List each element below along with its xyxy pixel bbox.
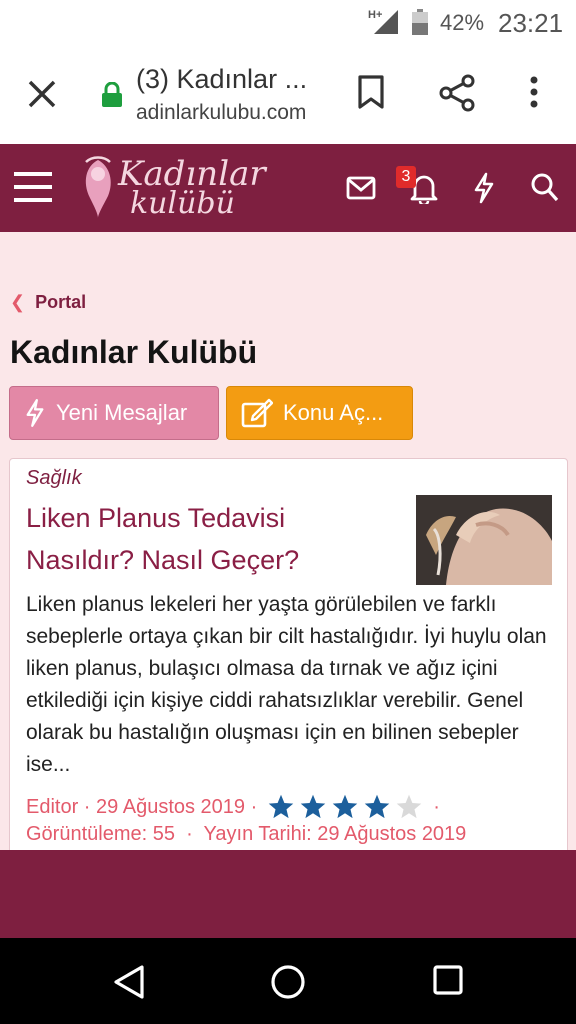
battery-percent: 42%	[440, 10, 485, 35]
breadcrumb[interactable]: ❮ Portal	[10, 292, 86, 313]
browser-toolbar: (3) Kadınlar ... adinlarkulubu.com	[0, 44, 576, 144]
footer-bar	[0, 850, 576, 938]
lock-icon	[102, 82, 122, 107]
star-filled-icon	[301, 794, 326, 819]
meta-separator: ·	[245, 795, 258, 818]
article-category[interactable]: Sağlık	[26, 467, 82, 490]
more-options-icon[interactable]	[524, 74, 544, 110]
article-published: Yayın Tarihi: 29 Ağustos 2019	[203, 823, 467, 845]
article-title[interactable]: Liken Planus Tedavisi Nasıldır? Nasıl Ge…	[26, 497, 396, 581]
new-topic-label: Konu Aç...	[283, 400, 384, 425]
meta-separator: ·	[433, 795, 440, 818]
logo-icon[interactable]	[76, 152, 120, 224]
clock: 23:21	[498, 8, 564, 38]
logo-text-line2: kulübü	[130, 186, 235, 221]
article-meta: Editor · 29 Ağustos 2019 · ·	[26, 793, 440, 821]
article-views: Görüntüleme: 55	[26, 823, 175, 845]
site-header: Kadınlar kulübü 3	[0, 144, 576, 232]
star-filled-icon	[365, 794, 390, 819]
star-filled-icon	[333, 794, 358, 819]
edit-icon	[241, 398, 273, 428]
android-nav-bar	[0, 938, 576, 1024]
new-messages-label: Yeni Mesajlar	[56, 400, 188, 425]
article-meta-2: Görüntüleme: 55 · Yayın Tarihi: 29 Ağust…	[26, 823, 466, 846]
url-field[interactable]: adinlarkulubu.com	[136, 101, 306, 125]
meta-separator: ·	[78, 795, 97, 818]
bookmark-icon[interactable]	[356, 74, 386, 110]
mail-icon[interactable]	[346, 176, 376, 200]
tab-title: (3) Kadınlar ...	[136, 64, 308, 94]
notification-badge: 3	[396, 166, 416, 188]
chevron-left-icon: ❮	[10, 292, 26, 312]
status-bar: H+ 42% 23:21	[0, 0, 576, 44]
star-empty-icon	[397, 794, 422, 819]
article-excerpt: Liken planus lekeleri her yaşta görülebi…	[26, 593, 547, 776]
share-icon[interactable]	[438, 74, 476, 112]
search-icon[interactable]	[530, 172, 560, 204]
page-title: Kadınlar Kulübü	[10, 334, 258, 370]
star-rating	[267, 793, 427, 821]
lightning-icon	[26, 399, 44, 427]
lightning-icon[interactable]	[472, 172, 496, 204]
article-author[interactable]: Editor	[26, 796, 78, 819]
hamburger-menu-icon[interactable]	[14, 170, 54, 204]
home-icon[interactable]	[270, 964, 306, 1000]
article-date: 29 Ağustos 2019	[96, 795, 246, 818]
svg-text:H+: H+	[368, 9, 382, 21]
meta-separator: ·	[180, 823, 199, 845]
back-icon[interactable]	[112, 964, 146, 1000]
recent-apps-icon[interactable]	[432, 964, 464, 996]
signal-icon: H+	[368, 9, 398, 34]
close-icon[interactable]	[24, 76, 60, 112]
star-filled-icon	[269, 794, 294, 819]
new-messages-button[interactable]: Yeni Mesajlar	[9, 386, 219, 440]
breadcrumb-label: Portal	[35, 292, 87, 312]
battery-icon	[412, 9, 428, 35]
new-topic-button[interactable]: Konu Aç...	[226, 386, 413, 440]
article-card[interactable]: Sağlık Liken Planus Tedavisi Nasıldır? N…	[9, 458, 568, 858]
article-thumbnail[interactable]	[416, 495, 552, 585]
